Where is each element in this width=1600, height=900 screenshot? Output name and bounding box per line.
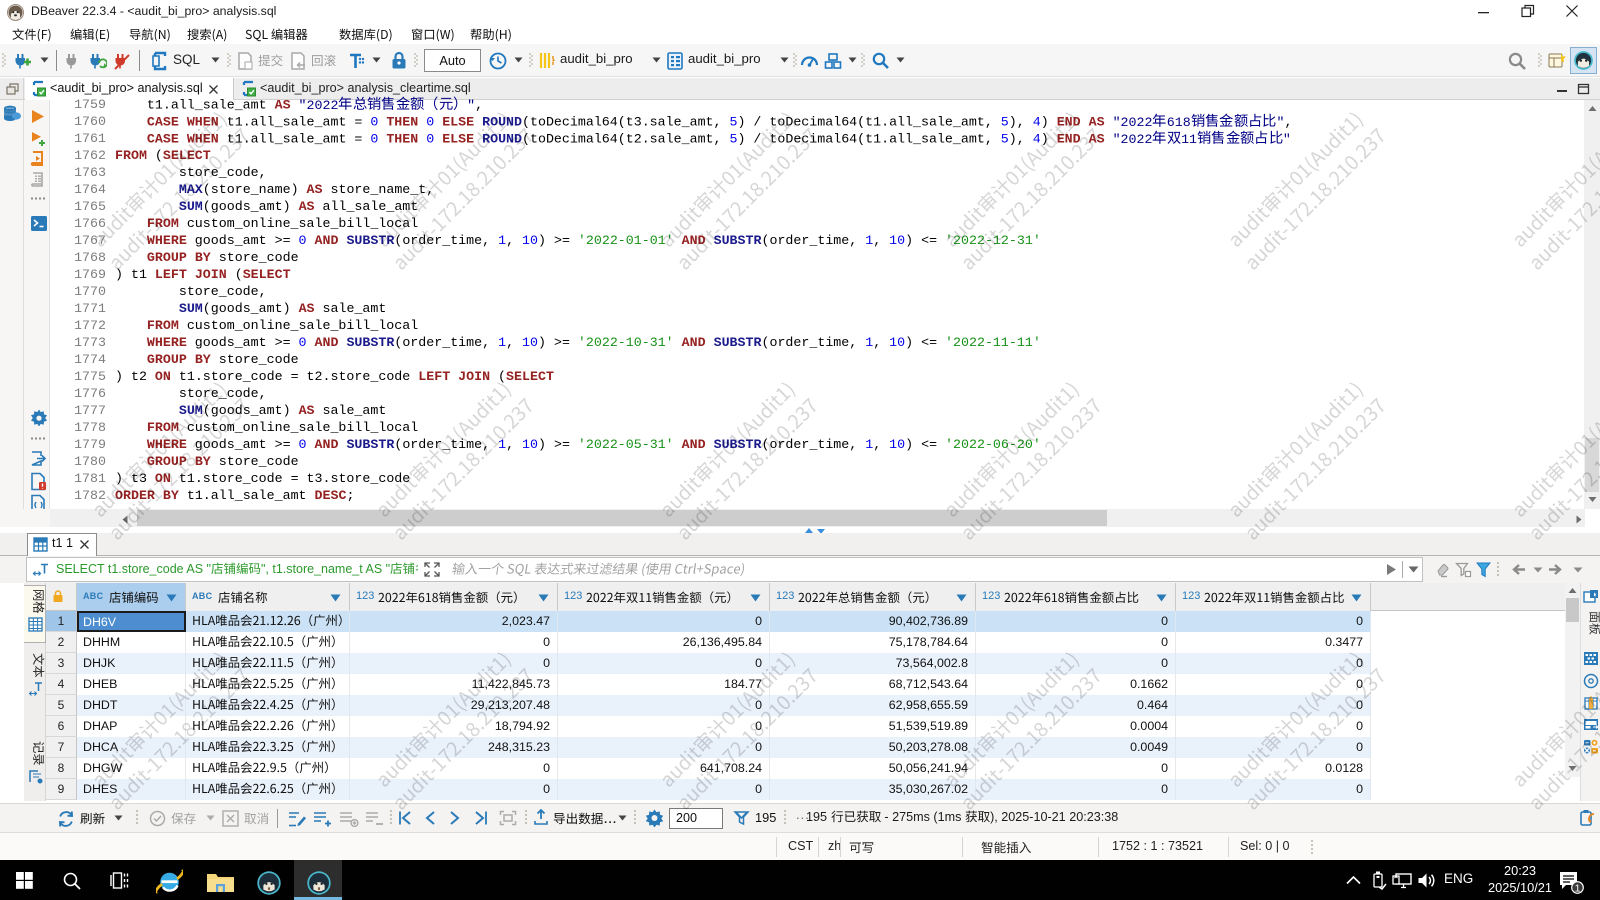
svg-text:1: 1	[1575, 882, 1581, 894]
